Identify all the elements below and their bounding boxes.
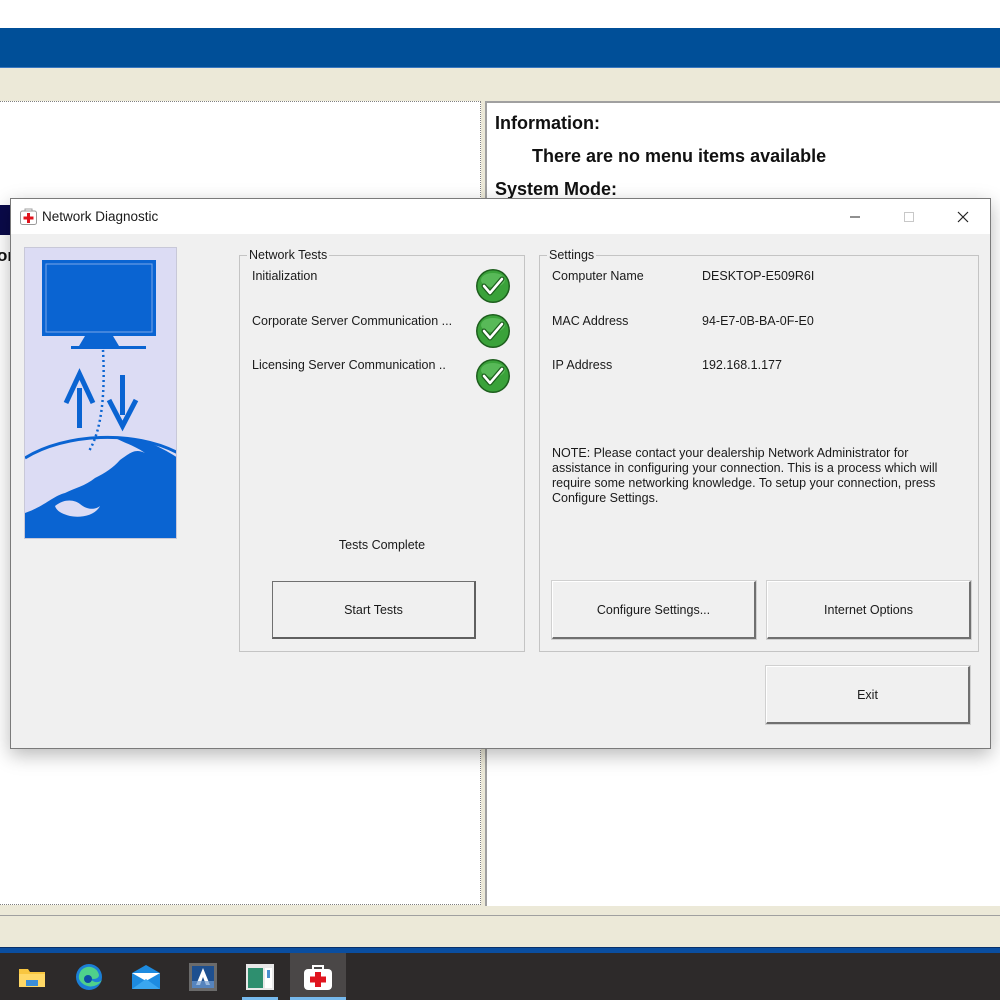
- edge-browser-icon: [76, 963, 102, 990]
- network-tests-legend: Network Tests: [247, 248, 330, 262]
- taskbar-app-window[interactable]: [232, 953, 288, 1000]
- computer-name-label: Computer Name: [552, 269, 644, 283]
- ip-address-label: IP Address: [552, 358, 613, 372]
- monitor-icon: [42, 260, 156, 349]
- app-header-bar: [0, 28, 1000, 68]
- information-text: There are no menu items available: [532, 146, 827, 166]
- maximize-icon: [904, 211, 914, 222]
- minimize-icon: [850, 216, 860, 217]
- settings-legend: Settings: [547, 248, 597, 262]
- start-tests-button[interactable]: Start Tests: [272, 581, 476, 639]
- network-graphic: [24, 247, 177, 539]
- tests-status-text: Tests Complete: [338, 538, 426, 552]
- status-strip: [0, 906, 1000, 916]
- settings-group: Settings Computer Name DESKTOP-E509R6I M…: [539, 248, 979, 652]
- ip-address-value: 192.168.1.177: [702, 358, 782, 372]
- network-diagnostic-dialog: Network Diagnostic Network Tests Initial…: [10, 198, 991, 749]
- maximize-button[interactable]: [882, 199, 936, 234]
- exit-button[interactable]: Exit: [765, 665, 971, 725]
- taskbar-edge[interactable]: [61, 953, 117, 1000]
- test-item-initialization: Initialization: [252, 269, 318, 283]
- taskbar-file-explorer[interactable]: [4, 953, 60, 1000]
- taskbar-network-diagnostic[interactable]: [290, 953, 346, 1000]
- app-a-icon: [189, 962, 217, 991]
- information-title: Information:: [495, 113, 600, 133]
- computer-name-value: DESKTOP-E509R6I: [702, 269, 815, 283]
- top-bar: [0, 0, 1000, 28]
- title-bar[interactable]: Network Diagnostic: [11, 199, 990, 234]
- test-item-corporate-server: Corporate Server Communication ...: [252, 314, 453, 328]
- check-success-icon: [476, 359, 510, 393]
- minimize-button[interactable]: [828, 199, 882, 234]
- bottom-strip: [0, 917, 1000, 947]
- internet-options-button[interactable]: Internet Options: [766, 580, 972, 640]
- upload-arrow-icon: [63, 368, 96, 428]
- first-aid-kit-icon: [304, 964, 332, 990]
- folder-icon: [19, 968, 45, 987]
- check-success-icon: [476, 314, 510, 348]
- configuration-note: NOTE: Please contact your dealership Net…: [552, 446, 938, 505]
- app-window-icon: [246, 963, 274, 990]
- toolbar-strip: [0, 68, 1000, 100]
- mail-icon: [132, 964, 160, 989]
- taskbar-app-a[interactable]: [175, 953, 231, 1000]
- test-item-licensing-server: Licensing Server Communication ..: [252, 358, 446, 372]
- mac-address-value: 94-E7-0B-BA-0F-E0: [702, 314, 814, 328]
- download-arrow-icon: [106, 375, 139, 432]
- network-tests-group: Network Tests Initialization Corporate S…: [239, 248, 525, 652]
- close-icon: [957, 211, 969, 222]
- first-aid-kit-icon: [20, 208, 37, 225]
- system-mode-title: System Mode:: [495, 179, 618, 199]
- configure-settings-button[interactable]: Configure Settings...: [551, 580, 757, 640]
- taskbar-mail[interactable]: [118, 953, 174, 1000]
- check-success-icon: [476, 269, 510, 303]
- dialog-title: Network Diagnostic: [42, 209, 159, 224]
- network-illustration: [25, 260, 176, 538]
- taskbar: [0, 953, 1000, 1000]
- close-button[interactable]: [936, 199, 990, 234]
- mac-address-label: MAC Address: [552, 314, 629, 328]
- globe-icon: [25, 435, 176, 538]
